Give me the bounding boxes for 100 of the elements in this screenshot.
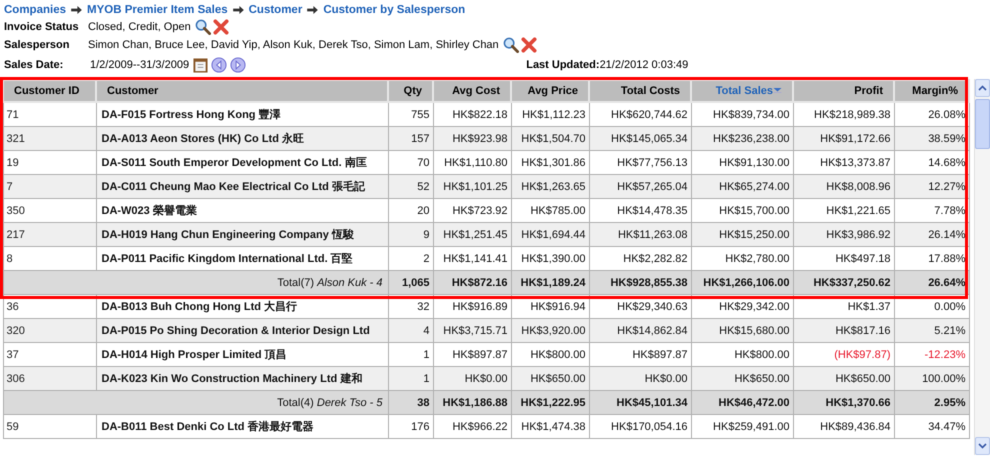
total-cell: HK$1,266,106.00 [691, 270, 793, 294]
column-header[interactable]: Total Costs [589, 80, 691, 102]
table-cell: 38.59% [894, 126, 969, 150]
column-header[interactable]: Margin% [894, 80, 969, 102]
customer-name: DA-C011 Cheung Mao Kee Electrical Co Ltd 張毛記 [96, 174, 388, 198]
total-cell: HK$1,370.66 [793, 390, 894, 414]
customer-name: DA-P015 Po Shing Decoration & Interior Design Ltd [96, 318, 388, 342]
total-cell: 2.95% [894, 390, 969, 414]
table-cell: HK$650.00 [511, 366, 589, 390]
total-label: Total(4) Derek Tso - 5 [3, 390, 388, 414]
previous-icon[interactable] [211, 57, 228, 73]
table-cell: HK$236,238.00 [691, 126, 793, 150]
customer-name: DA-H019 Hang Chun Engineering Company 恆駿 [96, 222, 388, 246]
customer-name: DA-K023 Kin Wo Construction Machinery Ltd 建和 [96, 366, 388, 390]
total-cell: HK$1,222.95 [511, 390, 589, 414]
table-cell: 52 [388, 174, 433, 198]
table-cell: 217 [3, 222, 96, 246]
table-cell: 100.00% [894, 366, 969, 390]
filter-value: Simon Chan, Bruce Lee, David Yip, Alson Kuk, Derek Tso, Simon Lam, Shirley Chan [88, 39, 499, 51]
table-cell: HK$57,265.04 [589, 174, 691, 198]
table-cell: 59 [3, 414, 96, 438]
breadcrumb-link[interactable]: Customer by Salesperson [323, 4, 466, 16]
total-cell: 38 [388, 390, 433, 414]
column-header[interactable]: Customer ID [3, 80, 96, 102]
total-cell: HK$928,855.38 [589, 270, 691, 294]
table-cell: 157 [388, 126, 433, 150]
last-updated-value: 21/2/2012 0:03:49 [600, 59, 688, 71]
table-cell: HK$0.00 [433, 366, 511, 390]
breadcrumb-link[interactable]: Companies [4, 4, 66, 16]
table-cell: HK$11,263.08 [589, 222, 691, 246]
table-cell: HK$8,008.96 [793, 174, 894, 198]
table-cell: HK$14,862.84 [589, 318, 691, 342]
table-cell: 26.14% [894, 222, 969, 246]
table-cell: HK$259,491.00 [691, 414, 793, 438]
breadcrumb-link[interactable]: Customer [248, 4, 302, 16]
table-cell: HK$170,054.16 [589, 414, 691, 438]
column-header[interactable]: Qty [388, 80, 433, 102]
next-icon[interactable] [230, 57, 246, 73]
total-cell: 26.64% [894, 270, 969, 294]
scroll-down-icon[interactable] [975, 437, 990, 455]
total-cell: HK$1,186.88 [433, 390, 511, 414]
column-header[interactable]: Customer [96, 80, 388, 102]
table-cell: 12.27% [894, 174, 969, 198]
table-cell: HK$1,263.65 [511, 174, 589, 198]
search-icon[interactable] [502, 37, 519, 53]
table-cell: HK$15,680.00 [691, 318, 793, 342]
date-label: Sales Date: [4, 59, 64, 71]
table-cell: HK$0.00 [589, 366, 691, 390]
total-cell: HK$45,101.34 [589, 390, 691, 414]
table-cell: HK$3,920.00 [511, 318, 589, 342]
total-cell: HK$1,189.24 [511, 270, 589, 294]
arrow-right-icon [232, 6, 244, 14]
table-cell: HK$89,436.84 [793, 414, 894, 438]
table-cell: HK$966.22 [433, 414, 511, 438]
close-icon[interactable] [520, 37, 537, 53]
search-icon[interactable] [194, 19, 211, 35]
table-cell: HK$650.00 [691, 366, 793, 390]
calendar-icon[interactable] [193, 58, 208, 72]
customer-name: DA-A013 Aeon Stores (HK) Co Ltd 永旺 [96, 126, 388, 150]
arrow-right-icon [307, 6, 318, 14]
table-cell: HK$65,274.00 [691, 174, 793, 198]
table-cell: 1 [388, 366, 433, 390]
scroll-up-icon[interactable] [975, 79, 990, 97]
table-cell: HK$145,065.34 [589, 126, 691, 150]
date-range: 1/2/2009--31/3/2009 [90, 59, 190, 71]
filter-value: Closed, Credit, Open [88, 21, 191, 33]
table-cell: 306 [3, 366, 96, 390]
table-cell: HK$3,715.71 [433, 318, 511, 342]
table-cell: 5.21% [894, 318, 969, 342]
total-cell: HK$337,250.62 [793, 270, 894, 294]
column-header[interactable]: Profit [793, 80, 894, 102]
table-cell: HK$1,504.70 [511, 126, 589, 150]
table-cell: 4 [388, 318, 433, 342]
table-cell: HK$1,694.44 [511, 222, 589, 246]
last-updated-label: Last Updated: [526, 59, 600, 71]
table-cell: 34.47% [894, 414, 969, 438]
table-cell: HK$1,101.25 [433, 174, 511, 198]
table-cell: HK$1,251.45 [433, 222, 511, 246]
table-cell: 176 [388, 414, 433, 438]
table-cell: 321 [3, 126, 96, 150]
scrollbar[interactable] [974, 79, 990, 455]
table-cell: HK$3,986.92 [793, 222, 894, 246]
table-cell: 320 [3, 318, 96, 342]
total-cell: HK$872.16 [433, 270, 511, 294]
total-label: Total(7) Alson Kuk - 4 [3, 270, 388, 294]
arrow-right-icon [71, 6, 82, 14]
table-cell: HK$923.98 [433, 126, 511, 150]
close-icon[interactable] [212, 19, 229, 35]
table-cell: 9 [388, 222, 433, 246]
scroll-thumb[interactable] [975, 99, 990, 149]
sort-icon [773, 87, 782, 96]
total-cell: 1,065 [388, 270, 433, 294]
filter-label: Salesperson [4, 39, 70, 51]
table-cell: HK$1,474.38 [511, 414, 589, 438]
table-cell: 7 [3, 174, 96, 198]
total-cell: HK$46,472.00 [691, 390, 793, 414]
column-header[interactable]: Avg Cost [433, 80, 511, 102]
column-header[interactable]: Avg Price [511, 80, 589, 102]
table-cell: HK$817.16 [793, 318, 894, 342]
breadcrumb-link[interactable]: MYOB Premier Item Sales [87, 4, 228, 16]
